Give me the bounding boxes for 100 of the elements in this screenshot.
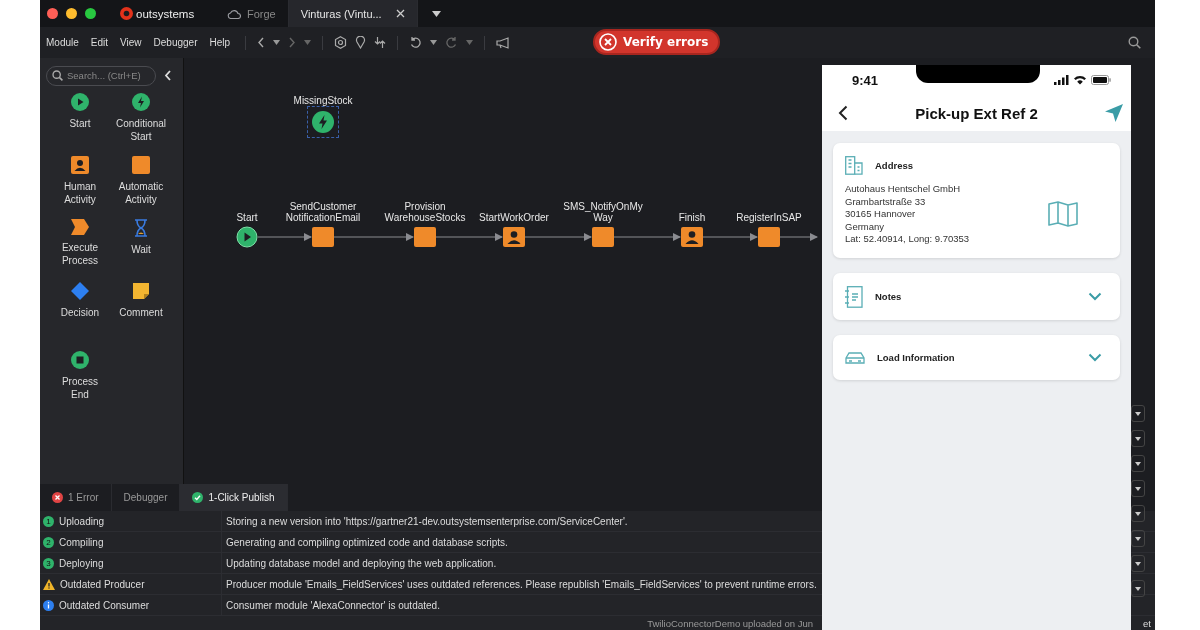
chevron-icon[interactable] — [1088, 292, 1102, 301]
address-line: Lat: 52.40914, Long: 9.70353 — [845, 233, 970, 246]
send-icon[interactable] — [1105, 104, 1123, 122]
caret-icon[interactable] — [466, 40, 474, 45]
conditional-start-node[interactable] — [312, 111, 334, 133]
address-line: 30165 Hannover — [845, 208, 917, 221]
megaphone-icon[interactable] — [496, 36, 511, 49]
caret-icon — [1135, 486, 1141, 491]
step-message: Updating database model and deploying the web application. — [225, 557, 497, 569]
toolbox-item[interactable]: Execute Process — [50, 219, 110, 274]
minimize-window-button[interactable] — [66, 8, 77, 19]
undo-icon[interactable] — [409, 36, 423, 49]
caret-icon[interactable] — [304, 40, 312, 45]
panel-tab[interactable]: 1 Error — [40, 484, 112, 511]
human-activity-node[interactable] — [503, 227, 525, 247]
signal-icon — [1054, 75, 1069, 85]
status-time: 9:41 — [852, 72, 879, 88]
step-name: Compiling — [59, 536, 104, 548]
caret-icon[interactable] — [273, 40, 281, 45]
hourglass-icon — [134, 219, 148, 237]
toolbox-item[interactable]: Conditional Start — [110, 93, 172, 148]
node-label: Start — [236, 212, 258, 223]
screen-title: Pick-up Ext Ref 2 — [915, 104, 1038, 122]
step-name: Outdated Consumer — [59, 599, 150, 611]
sort-arrows-icon[interactable] — [374, 36, 387, 49]
error-icon — [52, 492, 63, 503]
caret-icon — [1135, 411, 1141, 416]
menu-item[interactable]: View — [120, 37, 142, 48]
map-icon[interactable] — [1048, 201, 1078, 228]
node-label: StartWorkOrder — [479, 212, 549, 223]
toolbox-item[interactable]: Human Activity — [50, 156, 110, 211]
dropdown-caret-icon[interactable] — [431, 10, 441, 17]
panel-tab[interactable]: 1-Click Publish — [180, 484, 288, 511]
automatic-activity-node[interactable] — [312, 227, 334, 247]
automatic-activity-node[interactable] — [758, 227, 780, 247]
back-icon[interactable] — [257, 37, 266, 48]
connector-arrow — [524, 233, 592, 241]
toolbox-item[interactable]: Start — [50, 93, 110, 148]
caret-icon — [1135, 536, 1141, 541]
menu-item[interactable]: Debugger — [153, 37, 198, 48]
window-tab[interactable]: Vinturas (Vintu... — [288, 0, 418, 27]
toolbox-item[interactable]: Process End — [50, 351, 110, 406]
caret-icon[interactable] — [430, 40, 438, 45]
search-field[interactable]: Search... (Ctrl+E) — [46, 65, 156, 86]
sticky-note-icon — [132, 282, 150, 300]
step-message: Storing a new version into 'https://gartner21-dev.outsystemsenterprise.com/ServiceCenter'. — [225, 515, 628, 527]
menu-item[interactable]: Module — [46, 37, 79, 48]
settings-icon[interactable] — [334, 36, 348, 49]
collapse-icon[interactable] — [164, 69, 172, 81]
step-message: Producer module 'Emails_FieldServices' uses outdated references. Please republish 'Emails_FieldServices' to prevent runtime errors. — [225, 578, 817, 590]
status-text: et — [1143, 617, 1151, 629]
human-activity-node[interactable] — [681, 227, 703, 247]
brand-name: outsystems — [136, 7, 195, 20]
card-title: Notes — [875, 291, 903, 302]
redo-icon[interactable] — [445, 36, 459, 49]
step-name: Deploying — [59, 557, 104, 569]
card-title: Load Information — [877, 352, 956, 363]
address-line: Autohaus Hentschel GmbH — [845, 183, 962, 196]
car-icon — [845, 350, 865, 365]
notes-icon — [845, 285, 863, 308]
step-name: Outdated Producer — [60, 578, 145, 590]
building-icon — [845, 156, 863, 175]
forward-icon[interactable] — [288, 37, 297, 48]
step-number: 3 — [43, 557, 54, 569]
step-name: Uploading — [59, 515, 105, 527]
verify-errors-button[interactable]: Verify errors — [593, 29, 721, 55]
close-window-button[interactable] — [47, 8, 58, 19]
stop-icon — [71, 351, 89, 369]
menu-item[interactable]: Help — [209, 37, 231, 48]
node-label: MissingStock — [293, 95, 353, 106]
warning-icon — [43, 578, 55, 590]
battery-icon — [1091, 75, 1111, 85]
pin-icon[interactable] — [355, 36, 367, 49]
toolbox-item[interactable]: Wait — [110, 219, 172, 274]
automatic-activity-node[interactable] — [592, 227, 614, 247]
caret-icon — [1135, 586, 1141, 591]
square-icon — [132, 156, 150, 174]
step-message: Consumer module 'AlexaConnector' is outdated. — [225, 599, 440, 611]
node-label: SMS_NotifyOnMy Way — [562, 201, 644, 223]
menu-item[interactable]: Edit — [90, 37, 109, 48]
close-icon[interactable] — [395, 9, 405, 18]
toolbox-item[interactable]: Automatic Activity — [110, 156, 172, 211]
connector-arrow — [702, 233, 758, 241]
node-label: RegisterInSAP — [736, 212, 802, 223]
caret-icon — [1135, 561, 1141, 566]
node-label: SendCustomer NotificationEmail — [284, 201, 362, 223]
toolbox-item[interactable]: Decision — [50, 282, 110, 337]
error-icon — [599, 33, 617, 51]
connector-arrow — [779, 233, 818, 241]
info-icon — [43, 599, 54, 611]
toolbox-item[interactable]: Comment — [110, 282, 172, 337]
chevron-icon[interactable] — [1088, 353, 1102, 362]
connector-arrow — [613, 233, 681, 241]
start-node[interactable] — [236, 226, 258, 248]
automatic-activity-node[interactable] — [414, 227, 436, 247]
back-icon[interactable] — [838, 105, 848, 121]
lightning-icon — [132, 93, 150, 111]
connector-arrow — [257, 233, 312, 241]
search-icon[interactable] — [1128, 36, 1141, 49]
zoom-window-button[interactable] — [85, 8, 96, 19]
